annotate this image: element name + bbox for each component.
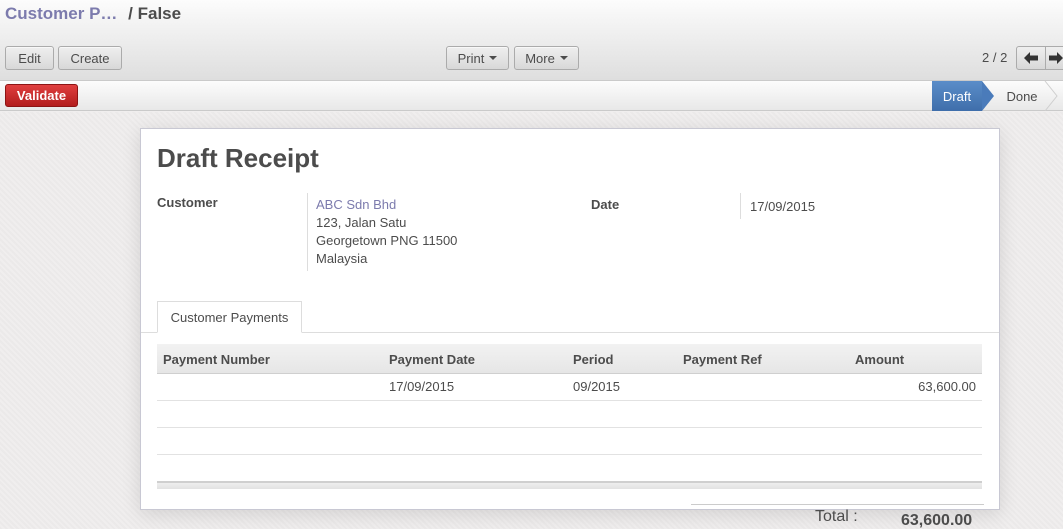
validate-button[interactable]: Validate (5, 84, 78, 107)
tab-label: Customer Payments (170, 309, 289, 325)
validate-button-label: Validate (16, 88, 67, 103)
stage-draft-label: Draft (942, 88, 972, 104)
column-header-period[interactable]: Period (573, 352, 613, 367)
caret-down-icon (559, 56, 568, 60)
pager-counter: 2 / 2 (982, 50, 1008, 65)
date-label: Date (591, 197, 620, 212)
customer-address-line: Malaysia (316, 251, 368, 266)
create-button[interactable]: Create (58, 46, 122, 70)
cell-amount: 63,600.00 (918, 379, 976, 394)
edit-button-label: Edit (18, 50, 41, 66)
total-label: Total : (815, 508, 858, 525)
column-header-amount[interactable]: Amount (855, 352, 904, 367)
breadcrumb-parent-link[interactable]: Customer P… (5, 4, 117, 23)
total-value: 63,600.00 (901, 512, 973, 529)
stage-done-label: Done (1006, 88, 1038, 104)
pager-next-button[interactable] (1046, 46, 1063, 70)
date-value: 17/09/2015 (750, 199, 816, 214)
customer-address-line: 123, Jalan Satu (316, 215, 407, 230)
arrow-left-icon (1024, 52, 1038, 64)
empty-table-row (157, 428, 982, 455)
arrow-right-icon (1048, 52, 1063, 64)
more-dropdown-button[interactable]: More (514, 46, 579, 70)
breadcrumb: Customer P… / False (5, 4, 181, 24)
page-title: Draft Receipt (157, 143, 319, 173)
pager-previous-button[interactable] (1016, 46, 1046, 70)
breadcrumb-separator: / (128, 4, 133, 23)
status-bar: Validate Draft Done (0, 81, 1063, 111)
print-button-label: Print (457, 50, 485, 66)
column-header-payment-date[interactable]: Payment Date (389, 352, 475, 367)
control-panel: Customer P… / False Edit Create Print Mo… (0, 0, 1063, 81)
cell-period: 09/2015 (573, 379, 620, 394)
stage-done[interactable]: Done (1000, 81, 1044, 111)
print-dropdown-button[interactable]: Print (446, 46, 509, 70)
empty-table-row (157, 455, 982, 482)
customer-link[interactable]: ABC Sdn Bhd (316, 196, 457, 214)
customer-address-line: Georgetown PNG 11500 (316, 233, 458, 248)
table-footer (157, 481, 982, 489)
customer-label: Customer (157, 195, 218, 210)
edit-button[interactable]: Edit (5, 46, 54, 70)
stage-draft: Draft (932, 81, 982, 111)
form-sheet: Draft Receipt Customer ABC Sdn Bhd 123, … (140, 128, 1000, 529)
tab-customer-payments[interactable]: Customer Payments (157, 301, 302, 333)
field-divider (307, 193, 308, 271)
empty-table-row (157, 401, 982, 428)
table-header: Payment Number Payment Date Period Payme… (157, 344, 982, 374)
breadcrumb-current: False (137, 4, 182, 23)
column-header-payment-ref[interactable]: Payment Ref (683, 352, 762, 367)
column-header-payment-number[interactable]: Payment Number (163, 352, 270, 367)
create-button-label: Create (70, 50, 110, 66)
stage-chevron-icon (1044, 81, 1058, 111)
field-divider (740, 193, 741, 219)
table-row[interactable]: 17/09/2015 09/2015 63,600.00 (157, 374, 982, 401)
caret-down-icon (489, 56, 498, 60)
total-separator (691, 504, 984, 505)
cell-payment-date: 17/09/2015 (389, 379, 455, 394)
stage-draft-arrow (982, 81, 994, 111)
customer-field: ABC Sdn Bhd 123, Jalan Satu Georgetown P… (316, 196, 457, 268)
more-button-label: More (525, 50, 555, 66)
